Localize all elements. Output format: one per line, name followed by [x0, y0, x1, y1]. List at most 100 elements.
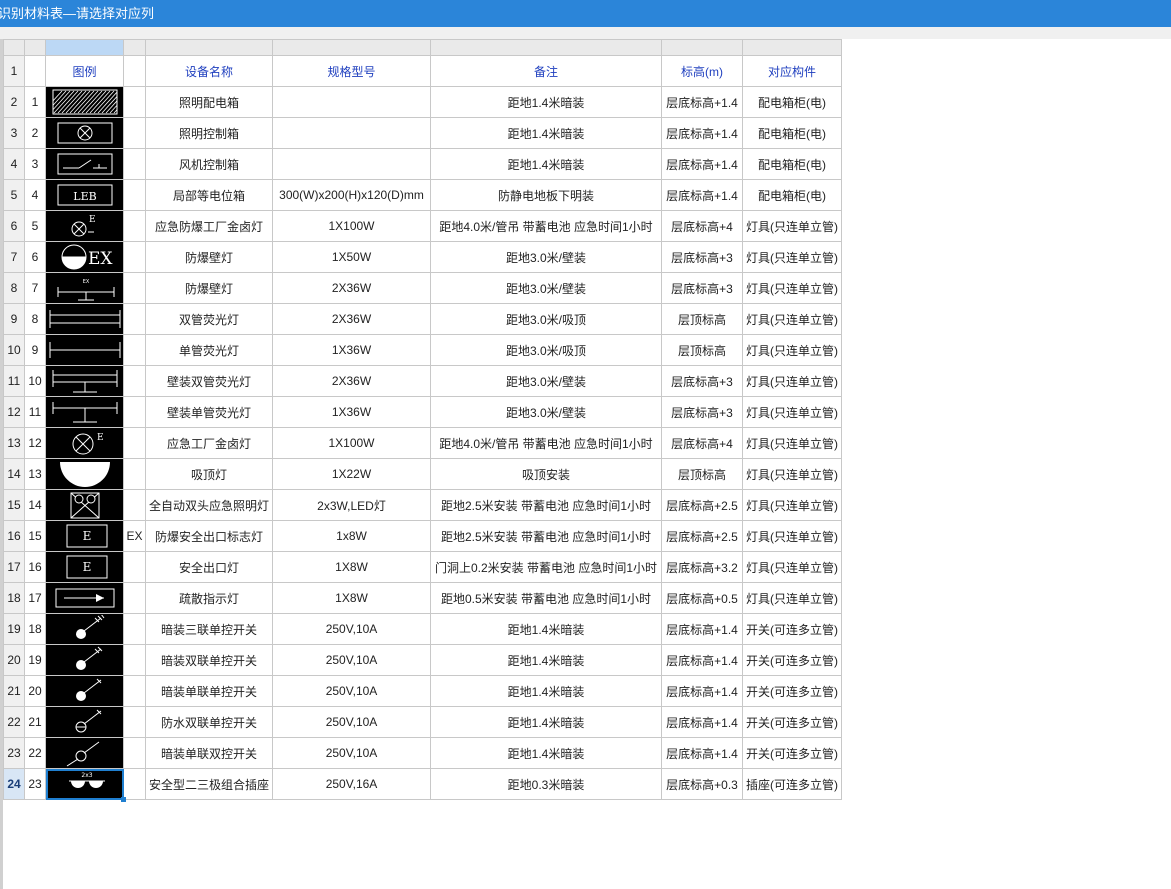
device-name-cell[interactable]: 暗装双联单控开关	[145, 644, 273, 676]
component-cell[interactable]: 灯具(只连单立管)	[742, 396, 842, 428]
component-cell[interactable]: 开关(可连多立管)	[742, 737, 842, 769]
component-cell[interactable]: 开关(可连多立管)	[742, 706, 842, 738]
elevation-cell[interactable]: 层底标高+3	[661, 396, 743, 428]
header-elevation[interactable]: 标高(m)	[661, 55, 743, 87]
elevation-cell[interactable]: 层底标高+4	[661, 210, 743, 242]
component-cell[interactable]: 灯具(只连单立管)	[742, 334, 842, 366]
component-cell[interactable]: 灯具(只连单立管)	[742, 582, 842, 614]
component-cell[interactable]: 灯具(只连单立管)	[742, 365, 842, 397]
legend-symbol-cell[interactable]: 2x3	[45, 768, 124, 800]
component-cell[interactable]: 灯具(只连单立管)	[742, 458, 842, 490]
item-number-cell[interactable]: 23	[24, 768, 46, 800]
remark-cell[interactable]: 距地1.4米暗装	[430, 737, 662, 769]
elevation-cell[interactable]: 层底标高+1.4	[661, 148, 743, 180]
extra-cell[interactable]: EX	[123, 520, 146, 552]
row-number[interactable]: 1	[3, 55, 25, 87]
legend-symbol-cell[interactable]	[45, 489, 124, 521]
legend-symbol-cell[interactable]	[45, 86, 124, 118]
device-name-cell[interactable]: 壁装双管荧光灯	[145, 365, 273, 397]
elevation-cell[interactable]: 层底标高+3	[661, 241, 743, 273]
legend-symbol-cell[interactable]: EX	[45, 241, 124, 273]
item-number-cell[interactable]: 12	[24, 427, 46, 459]
extra-cell[interactable]	[123, 117, 146, 149]
elevation-cell[interactable]: 层底标高+1.4	[661, 117, 743, 149]
spec-cell[interactable]: 1X36W	[272, 396, 431, 428]
column-header-d[interactable]	[145, 39, 273, 56]
spec-cell[interactable]: 1X100W	[272, 210, 431, 242]
remark-cell[interactable]: 距地4.0米/管吊 带蓄电池 应急时间1小时	[430, 427, 662, 459]
device-name-cell[interactable]: 防爆安全出口标志灯	[145, 520, 273, 552]
spec-cell[interactable]: 250V,10A	[272, 613, 431, 645]
component-cell[interactable]: 配电箱柜(电)	[742, 179, 842, 211]
spec-cell[interactable]: 1X8W	[272, 551, 431, 583]
row-number[interactable]: 22	[3, 706, 25, 738]
device-name-cell[interactable]: 应急防爆工厂金卤灯	[145, 210, 273, 242]
component-cell[interactable]: 配电箱柜(电)	[742, 117, 842, 149]
remark-cell[interactable]: 距地4.0米/管吊 带蓄电池 应急时间1小时	[430, 210, 662, 242]
elevation-cell[interactable]: 层底标高+2.5	[661, 489, 743, 521]
legend-symbol-cell[interactable]	[45, 334, 124, 366]
extra-cell[interactable]	[123, 86, 146, 118]
elevation-cell[interactable]: 层底标高+1.4	[661, 613, 743, 645]
elevation-cell[interactable]: 层底标高+3	[661, 272, 743, 304]
legend-symbol-cell[interactable]	[45, 706, 124, 738]
elevation-cell[interactable]: 层底标高+3.2	[661, 551, 743, 583]
row-number[interactable]: 8	[3, 272, 25, 304]
extra-cell[interactable]	[123, 303, 146, 335]
elevation-cell[interactable]: 层底标高+1.4	[661, 179, 743, 211]
device-name-cell[interactable]: 暗装三联单控开关	[145, 613, 273, 645]
extra-cell[interactable]	[123, 396, 146, 428]
column-header-h[interactable]	[742, 39, 842, 56]
remark-cell[interactable]: 距地1.4米暗装	[430, 675, 662, 707]
legend-symbol-cell[interactable]	[45, 303, 124, 335]
item-number-cell[interactable]: 11	[24, 396, 46, 428]
extra-cell[interactable]	[123, 241, 146, 273]
component-cell[interactable]: 灯具(只连单立管)	[742, 210, 842, 242]
legend-symbol-cell[interactable]	[45, 365, 124, 397]
remark-cell[interactable]: 距地2.5米安装 带蓄电池 应急时间1小时	[430, 489, 662, 521]
header-component[interactable]: 对应构件	[742, 55, 842, 87]
device-name-cell[interactable]: 壁装单管荧光灯	[145, 396, 273, 428]
remark-cell[interactable]: 距地3.0米/壁装	[430, 365, 662, 397]
device-name-cell[interactable]: 防爆壁灯	[145, 241, 273, 273]
legend-symbol-cell[interactable]	[45, 613, 124, 645]
spec-cell[interactable]: 300(W)x200(H)x120(D)mm	[272, 179, 431, 211]
remark-cell[interactable]: 距地1.4米暗装	[430, 117, 662, 149]
device-name-cell[interactable]: 吸顶灯	[145, 458, 273, 490]
remark-cell[interactable]: 距地1.4米暗装	[430, 86, 662, 118]
item-number-cell[interactable]: 22	[24, 737, 46, 769]
spec-cell[interactable]: 2X36W	[272, 365, 431, 397]
row-number[interactable]: 17	[3, 551, 25, 583]
elevation-cell[interactable]: 层顶标高	[661, 458, 743, 490]
extra-cell[interactable]	[123, 148, 146, 180]
component-cell[interactable]: 开关(可连多立管)	[742, 644, 842, 676]
row-number[interactable]: 23	[3, 737, 25, 769]
remark-cell[interactable]: 距地1.4米暗装	[430, 706, 662, 738]
column-header-e[interactable]	[272, 39, 431, 56]
extra-cell[interactable]	[123, 613, 146, 645]
component-cell[interactable]: 灯具(只连单立管)	[742, 303, 842, 335]
fill-handle[interactable]	[120, 796, 126, 802]
elevation-cell[interactable]: 层底标高+2.5	[661, 520, 743, 552]
row-number[interactable]: 13	[3, 427, 25, 459]
extra-cell[interactable]	[123, 427, 146, 459]
item-number-cell[interactable]: 3	[24, 148, 46, 180]
elevation-cell[interactable]: 层顶标高	[661, 334, 743, 366]
spec-cell[interactable]: 1X22W	[272, 458, 431, 490]
column-header-a[interactable]	[24, 39, 46, 56]
item-number-cell[interactable]: 1	[24, 86, 46, 118]
legend-symbol-cell[interactable]	[45, 675, 124, 707]
device-name-cell[interactable]: 全自动双头应急照明灯	[145, 489, 273, 521]
spec-cell[interactable]: 250V,10A	[272, 706, 431, 738]
device-name-cell[interactable]: 安全出口灯	[145, 551, 273, 583]
extra-cell[interactable]	[123, 458, 146, 490]
legend-symbol-cell[interactable]	[45, 148, 124, 180]
extra-cell[interactable]	[123, 365, 146, 397]
remark-cell[interactable]: 防静电地板下明装	[430, 179, 662, 211]
legend-symbol-cell[interactable]: E	[45, 210, 124, 242]
component-cell[interactable]: 灯具(只连单立管)	[742, 241, 842, 273]
row-number[interactable]: 20	[3, 644, 25, 676]
item-number-cell[interactable]: 10	[24, 365, 46, 397]
header-no-cell[interactable]	[24, 55, 46, 87]
component-cell[interactable]: 灯具(只连单立管)	[742, 489, 842, 521]
